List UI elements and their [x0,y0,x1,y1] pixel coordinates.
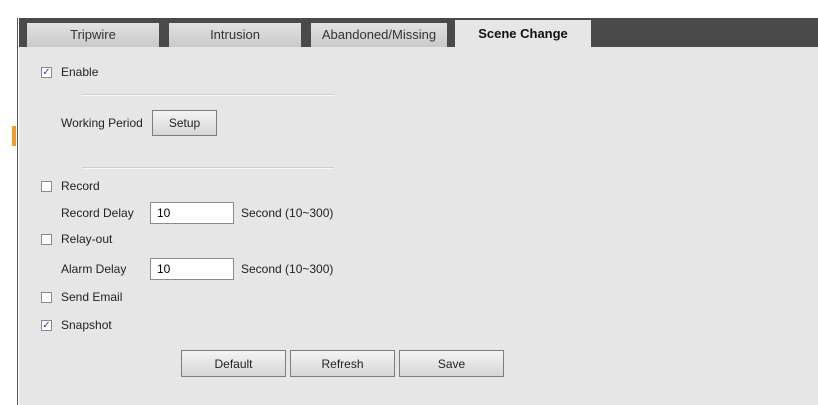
alarm-delay-input[interactable] [150,258,234,280]
save-button[interactable]: Save [399,350,504,377]
side-marker [12,126,16,146]
enable-checkbox[interactable]: ✓ [41,67,52,78]
tab-bar: Tripwire Intrusion Abandoned/Missing Sce… [19,18,818,47]
relay-out-checkbox[interactable] [41,234,52,245]
record-delay-input[interactable] [150,202,234,224]
tab-abandoned-missing[interactable]: Abandoned/Missing [311,23,447,47]
refresh-button[interactable]: Refresh [290,350,395,377]
record-label: Record [61,179,100,193]
setup-button[interactable]: Setup [152,110,217,136]
send-email-checkbox[interactable] [41,292,52,303]
tab-intrusion[interactable]: Intrusion [169,23,301,47]
relay-out-label: Relay-out [61,232,113,246]
alarm-delay-unit: Second (10~300) [241,262,334,276]
record-checkbox[interactable] [41,181,52,192]
enable-label: Enable [61,65,99,79]
record-delay-unit: Second (10~300) [241,206,334,220]
working-period-label: Working Period [61,116,143,130]
scene-change-panel: Tripwire Intrusion Abandoned/Missing Sce… [19,18,818,405]
record-delay-label: Record Delay [61,206,134,220]
send-email-label: Send Email [61,290,123,304]
checkmark-icon: ✓ [42,320,51,331]
snapshot-label: Snapshot [61,318,112,332]
snapshot-checkbox[interactable]: ✓ [41,320,52,331]
divider-top [82,94,334,96]
default-button[interactable]: Default [181,350,286,377]
divider-bottom [82,167,334,169]
alarm-delay-label: Alarm Delay [61,262,127,276]
tab-scene-change[interactable]: Scene Change [455,20,591,47]
checkmark-icon: ✓ [42,67,51,78]
left-border [17,18,18,405]
tab-tripwire[interactable]: Tripwire [27,23,159,47]
